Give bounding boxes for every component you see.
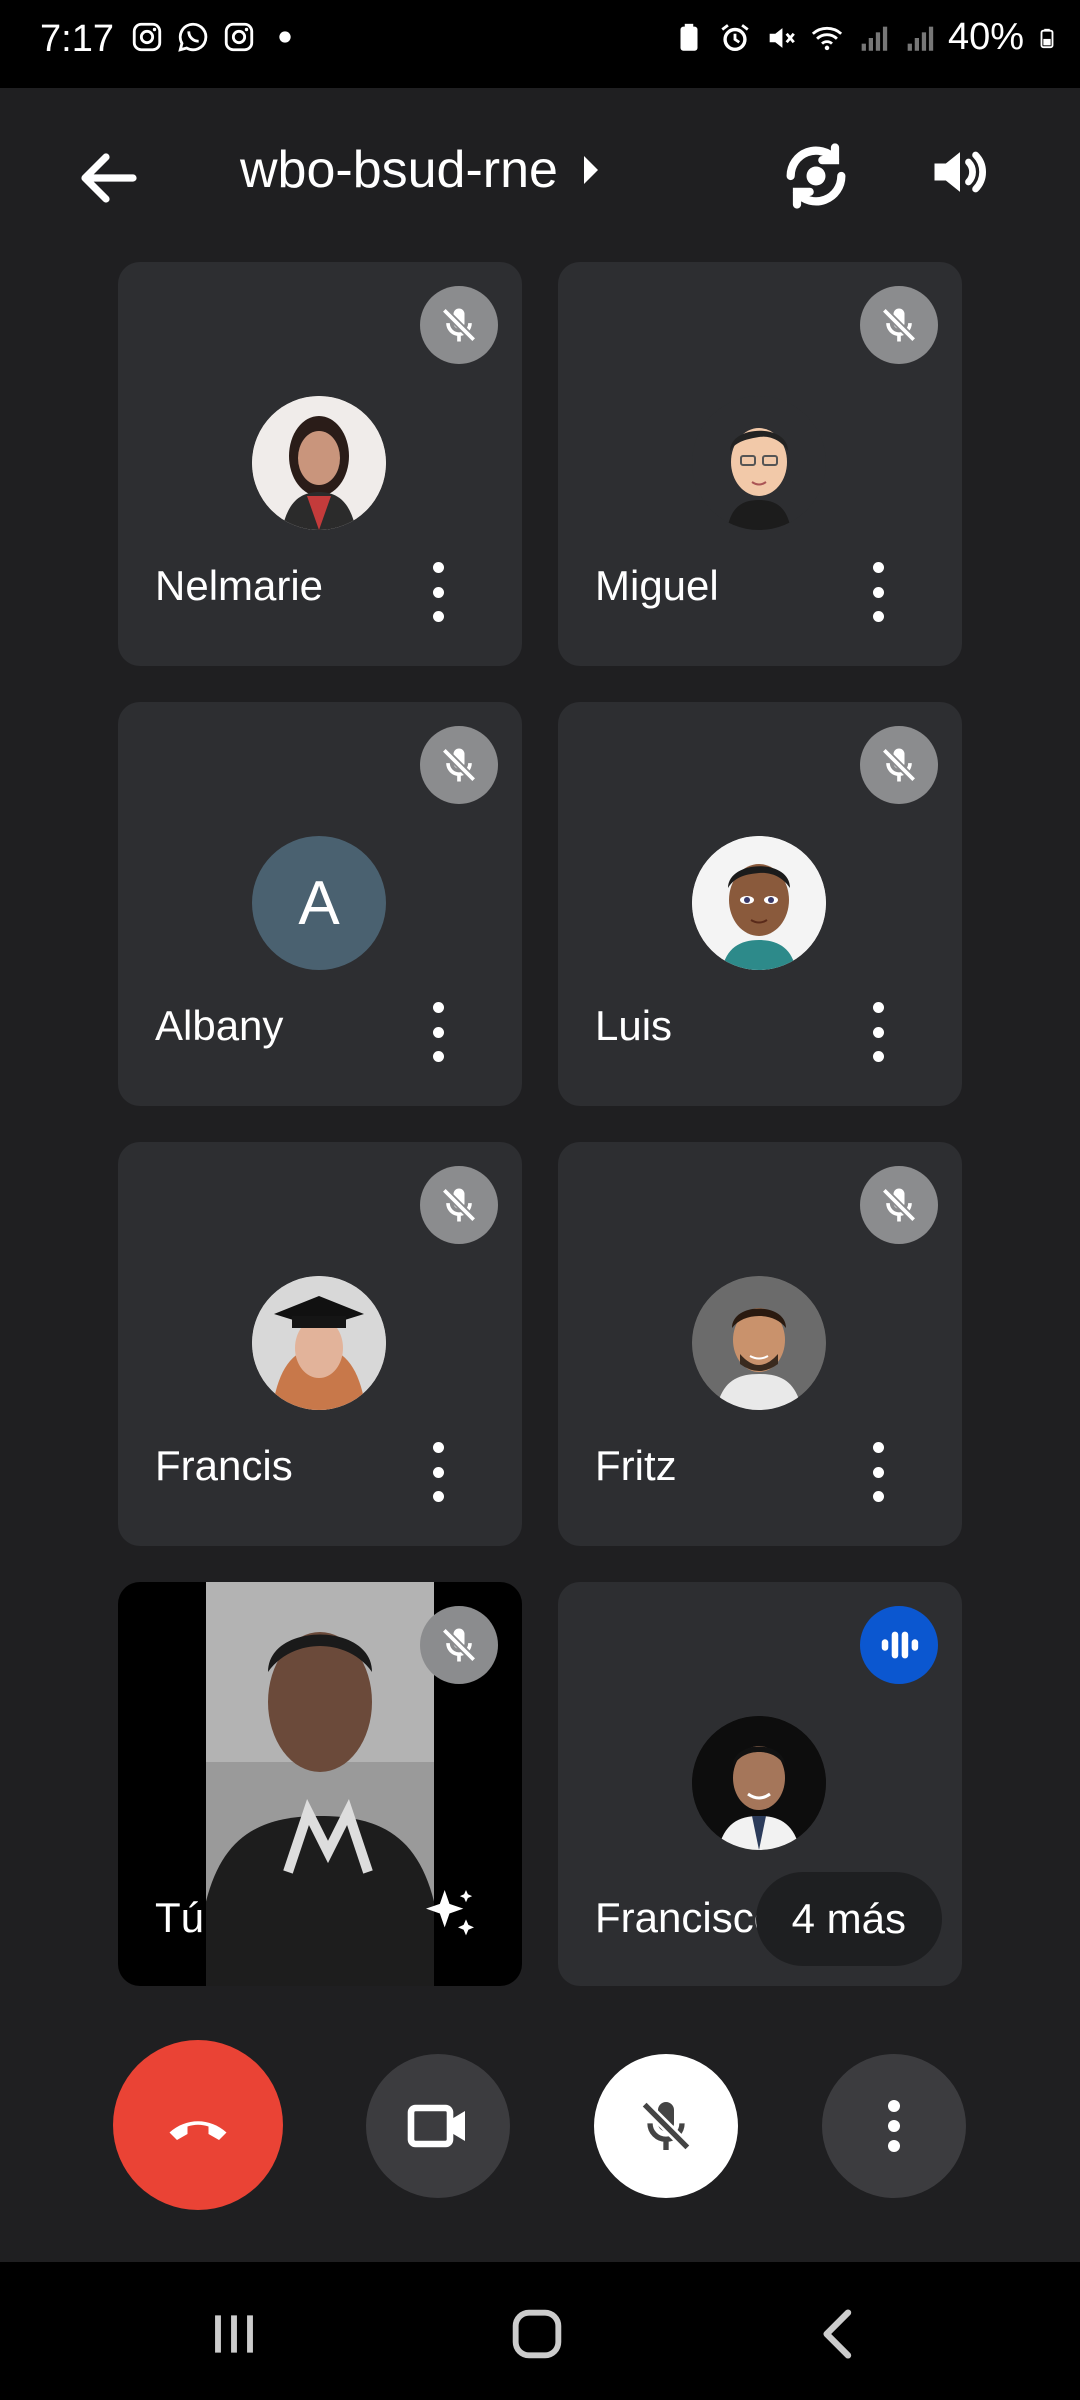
participant-tile-francis[interactable]: Francis bbox=[118, 1142, 522, 1546]
more-options-icon[interactable] bbox=[868, 1442, 888, 1502]
avatar bbox=[692, 1716, 826, 1850]
battery-icon bbox=[1040, 28, 1054, 48]
mic-off-icon bbox=[640, 2100, 692, 2152]
participant-name: Luis bbox=[595, 1002, 673, 1049]
more-participants-button[interactable]: 4 más bbox=[755, 1872, 942, 1966]
mic-off-icon bbox=[860, 1166, 938, 1244]
avatar bbox=[692, 396, 826, 530]
participant-tile-miguel[interactable]: Miguel bbox=[558, 262, 962, 666]
status-bar: 7:17 40% bbox=[0, 0, 1080, 88]
participant-tile-albany[interactable]: A Albany bbox=[118, 702, 522, 1106]
instagram-icon bbox=[132, 22, 162, 52]
system-navigation-bar bbox=[0, 2262, 1080, 2400]
participant-name: Nelmarie bbox=[155, 562, 324, 609]
signal-icon bbox=[907, 26, 934, 51]
switch-camera-icon[interactable] bbox=[778, 138, 854, 214]
participant-tile-self[interactable]: Tú bbox=[118, 1582, 522, 1986]
more-options-icon[interactable] bbox=[868, 1002, 888, 1062]
back-nav-icon[interactable] bbox=[808, 2302, 872, 2366]
notification-dot-icon bbox=[279, 31, 291, 43]
battery-saver-icon bbox=[680, 23, 698, 51]
speaking-indicator-icon bbox=[860, 1606, 938, 1684]
participant-name: Miguel bbox=[595, 562, 719, 609]
call-controls bbox=[0, 2040, 1080, 2210]
meeting-title[interactable]: wbo-bsud-rne bbox=[240, 140, 598, 200]
more-options-icon[interactable] bbox=[868, 562, 888, 622]
mic-off-icon bbox=[420, 1166, 498, 1244]
avatar bbox=[692, 1276, 826, 1410]
camera-toggle-button[interactable] bbox=[366, 2054, 510, 2198]
mic-off-icon bbox=[860, 726, 938, 804]
avatar bbox=[252, 396, 386, 530]
phone-hangup-icon bbox=[169, 2121, 227, 2140]
whatsapp-icon bbox=[178, 22, 208, 52]
hang-up-button[interactable] bbox=[113, 2040, 283, 2210]
more-options-icon[interactable] bbox=[428, 562, 448, 622]
self-video-feed bbox=[196, 1582, 444, 1986]
participant-tile-francisco[interactable]: Francisco 4 más bbox=[558, 1582, 962, 1986]
meeting-header: wbo-bsud-rne bbox=[0, 88, 1080, 258]
alarm-icon bbox=[721, 23, 749, 51]
avatar: A bbox=[252, 836, 386, 970]
meeting-code: wbo-bsud-rne bbox=[240, 141, 558, 199]
more-options-icon[interactable] bbox=[428, 1442, 448, 1502]
signal-icon bbox=[861, 26, 888, 51]
home-icon[interactable] bbox=[505, 2302, 569, 2366]
mic-off-icon bbox=[420, 726, 498, 804]
mic-off-icon bbox=[860, 286, 938, 364]
vibrate-mute-icon bbox=[769, 27, 795, 48]
instagram-icon bbox=[224, 22, 254, 52]
video-camera-icon bbox=[407, 2104, 465, 2148]
avatar bbox=[692, 836, 826, 970]
participant-tile-nelmarie[interactable]: Nelmarie bbox=[118, 262, 522, 666]
sparkle-effects-icon[interactable] bbox=[418, 1882, 482, 1946]
more-options-button[interactable] bbox=[822, 2054, 966, 2198]
participant-name: Tú bbox=[155, 1894, 205, 1941]
more-options-icon[interactable] bbox=[428, 1002, 448, 1062]
participant-name: Fritz bbox=[595, 1442, 677, 1489]
microphone-toggle-button[interactable] bbox=[594, 2054, 738, 2198]
participant-tile-luis[interactable]: Luis bbox=[558, 702, 962, 1106]
wifi-icon bbox=[811, 26, 843, 50]
speaker-icon[interactable] bbox=[926, 138, 994, 206]
participant-name: Francis bbox=[155, 1442, 293, 1489]
participant-tile-fritz[interactable]: Fritz bbox=[558, 1142, 962, 1546]
participant-name: Albany bbox=[155, 1002, 284, 1049]
status-time: 7:17 bbox=[40, 18, 114, 60]
mic-off-icon bbox=[420, 1606, 498, 1684]
participant-name: Francisco bbox=[595, 1894, 778, 1941]
caret-right-icon bbox=[583, 156, 598, 184]
status-right-icons: 40% bbox=[672, 16, 1058, 59]
mic-off-icon bbox=[420, 286, 498, 364]
avatar bbox=[252, 1276, 386, 1410]
status-left-icons bbox=[130, 20, 302, 54]
battery-percentage: 40% bbox=[947, 16, 1024, 58]
recent-apps-icon[interactable] bbox=[202, 2302, 266, 2366]
back-arrow-icon[interactable] bbox=[70, 142, 148, 214]
more-vertical-icon bbox=[888, 2100, 900, 2152]
